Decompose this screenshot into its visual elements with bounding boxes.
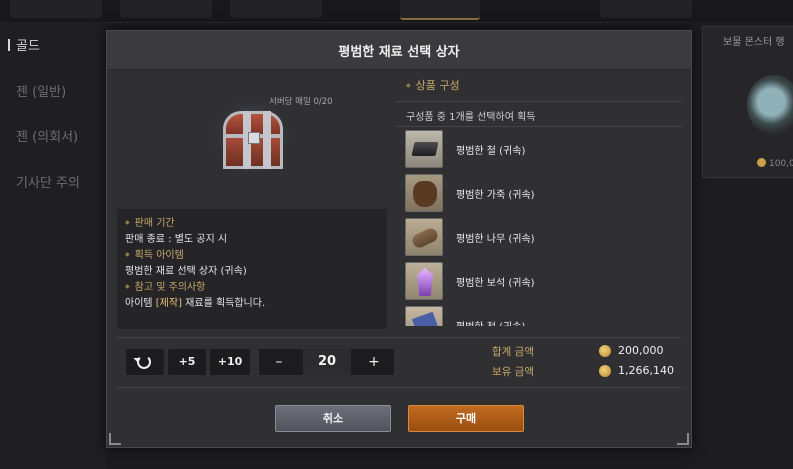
top-tab[interactable] [600, 0, 692, 18]
top-tab[interactable] [10, 0, 102, 18]
frame-corner [109, 433, 121, 445]
purchase-limit: 서버당 매일 0/20 [269, 97, 333, 107]
wood-log-icon [405, 218, 443, 256]
shop-card-title: 보물 몬스터 행 [723, 37, 785, 48]
sidebar-item-zen-normal[interactable]: 젠 (일반) [16, 81, 66, 100]
product-preview: 서버당 매일 0/20 [117, 77, 387, 207]
shop-card-price: 100,0 [757, 158, 793, 169]
quantity-input[interactable]: 20 [303, 349, 351, 375]
dialog-header: 평범한 재료 선택 상자 [107, 31, 691, 70]
reset-icon [137, 355, 151, 369]
owned-gold-value: 1,266,140 [618, 364, 674, 377]
list-item[interactable]: 평범한 가죽 (귀속) [405, 174, 675, 214]
list-item[interactable]: 평범한 보석 (귀속) [405, 262, 675, 302]
sidebar-item-gold[interactable]: 골드 [8, 35, 40, 54]
coin-icon [757, 158, 766, 167]
shop-card[interactable]: 보물 몬스터 행 100,0 [702, 26, 793, 178]
list-item[interactable]: 평범한 천 (귀속) [405, 306, 675, 326]
purchase-dialog: 평범한 재료 선택 상자 서버당 매일 0/20 판매 기간 판매 종료 : 별… [106, 30, 692, 448]
top-bar [0, 0, 793, 23]
quantity-stepper: – 20 + [259, 349, 394, 375]
frame-corner [677, 433, 689, 445]
obtain-item-heading: 획득 아이템 [125, 247, 265, 264]
top-tab[interactable] [230, 0, 322, 18]
divider [117, 387, 681, 388]
cancel-button[interactable]: 취소 [275, 405, 391, 432]
list-item[interactable]: 평범한 철 (귀속) [405, 130, 675, 170]
chest-band [263, 111, 271, 169]
sidebar: 골드 젠 (일반) 젠 (의회서) 기사단 주의 [0, 22, 106, 469]
divider [396, 101, 682, 102]
gold-coin-icon [599, 365, 611, 377]
total-price-value: 200,000 [618, 344, 664, 357]
top-tab[interactable] [120, 0, 212, 18]
buy-button[interactable]: 구매 [408, 405, 524, 432]
divider [117, 337, 681, 338]
item-name: 평범한 가죽 (귀속) [456, 190, 535, 201]
sidebar-item-zen-council[interactable]: 젠 (의회서) [16, 126, 78, 145]
iron-ingot-icon [405, 130, 443, 168]
composition-title: 상품 구성 [406, 77, 460, 93]
plus5-button[interactable]: +5 [168, 349, 206, 375]
craft-tag: [제작] [155, 297, 182, 309]
notes-value: 아이템 [제작] 재료를 획득합니다. [125, 297, 266, 309]
divider [396, 126, 682, 127]
list-item[interactable]: 평범한 나무 (귀속) [405, 218, 675, 258]
item-list[interactable]: 평범한 철 (귀속) 평범한 가죽 (귀속) 평범한 나무 (귀속) 평범한 보… [405, 130, 675, 326]
product-info: 판매 기간 판매 종료 : 별도 공지 시 획득 아이템 평범한 재료 선택 상… [117, 209, 387, 329]
total-price-label: 합계 금액 [492, 346, 534, 358]
owned-gold-label: 보유 금액 [492, 366, 534, 378]
top-tab-active[interactable] [400, 0, 480, 20]
treasure-bag-icon [747, 75, 793, 135]
chest-lock-icon [248, 132, 260, 144]
leather-hide-icon [405, 174, 443, 212]
sidebar-item-knights[interactable]: 기사단 주의 [16, 172, 80, 191]
crystal-gem-icon [405, 262, 443, 300]
item-name: 평범한 천 (귀속) [456, 318, 525, 326]
cloth-icon [405, 306, 443, 326]
decrement-button[interactable]: – [259, 349, 299, 375]
obtain-item-value: 평범한 재료 선택 상자 (귀속) [125, 265, 247, 277]
dialog-title: 평범한 재료 선택 상자 [338, 45, 460, 60]
item-name: 평범한 나무 (귀속) [456, 234, 535, 245]
item-name: 평범한 철 (귀속) [456, 146, 526, 157]
item-name: 평범한 보석 (귀속) [456, 278, 535, 289]
sale-period-value: 판매 종료 : 별도 공지 시 [125, 233, 228, 245]
composition-subtitle: 구성품 중 1개를 선택하여 획득 [406, 112, 536, 123]
increment-button[interactable]: + [354, 349, 394, 375]
gold-coin-icon [599, 345, 611, 357]
sale-period-heading: 판매 기간 [125, 215, 265, 232]
reset-button[interactable] [126, 349, 164, 375]
plus10-button[interactable]: +10 [210, 349, 250, 375]
notes-heading: 참고 및 주의사항 [125, 279, 265, 296]
